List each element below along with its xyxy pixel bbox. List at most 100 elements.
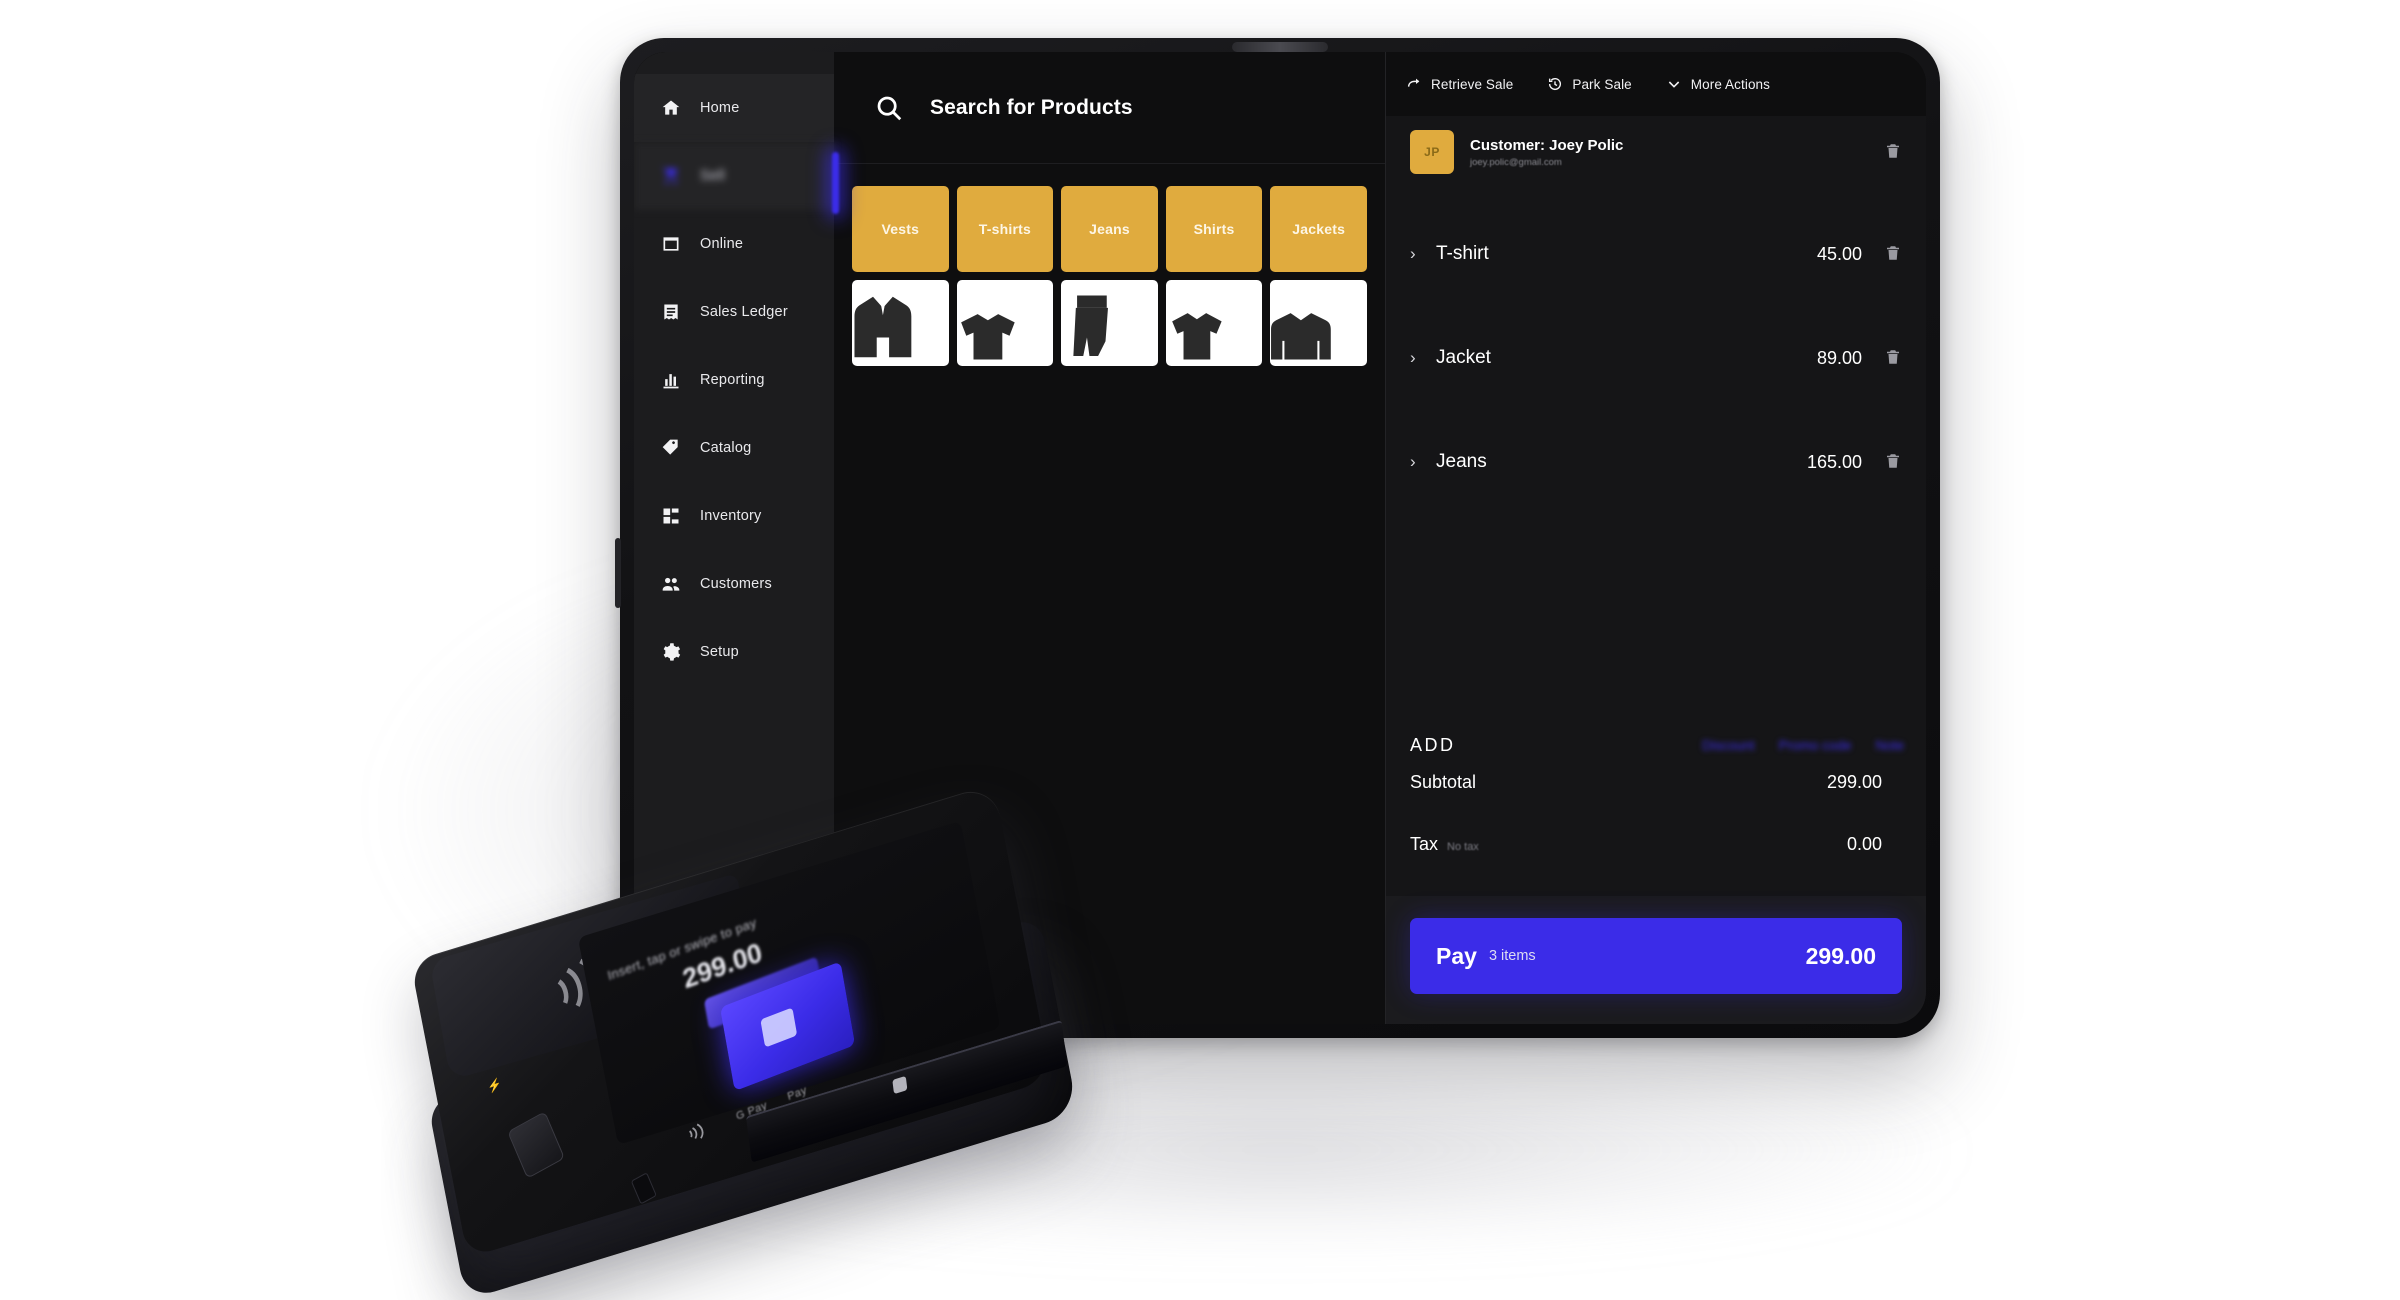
category-label: Jackets (1292, 221, 1346, 237)
terminal-card-graphic (720, 961, 856, 1092)
category-tile-row: Vests T-shirts Jeans Shirts Jackets (834, 164, 1385, 272)
line-item-price: 89.00 (1816, 347, 1862, 368)
remove-customer-icon[interactable] (1884, 142, 1904, 162)
tag-icon (660, 437, 682, 459)
tshirt-icon (957, 310, 1054, 367)
cart-line-item[interactable]: › T-shirt 45.00 (1410, 202, 1904, 306)
search-input[interactable]: Search for Products (930, 96, 1133, 120)
more-actions-button[interactable]: More Actions (1666, 76, 1770, 92)
tax-value: 0.00 (1846, 834, 1882, 854)
category-tile-shirts[interactable]: Shirts (1165, 186, 1263, 272)
shirt-icon (1166, 310, 1263, 367)
line-item-price: 165.00 (1806, 451, 1862, 472)
cart-action-bar: Retrieve Sale Park Sale More Actions (1386, 52, 1926, 116)
vest-icon (852, 293, 949, 366)
sidebar-item-label: Sell (700, 168, 725, 184)
product-thumbnail-tshirt[interactable] (956, 280, 1054, 367)
tax-label: Tax (1410, 834, 1439, 854)
sidebar-item-sell[interactable]: Sell (634, 142, 834, 210)
jeans-icon (1061, 293, 1158, 366)
sidebar-item-setup[interactable]: Setup (634, 618, 834, 686)
product-thumbnail-row (834, 272, 1385, 366)
add-promo-code-link[interactable]: Promo code (1779, 738, 1852, 753)
jacket-icon (1270, 310, 1367, 367)
line-item-price: 45.00 (1816, 243, 1862, 264)
subtotal-label: Subtotal (1410, 772, 1477, 792)
category-tile-jackets[interactable]: Jackets (1270, 186, 1367, 272)
cart-action-label: Retrieve Sale (1431, 76, 1514, 92)
people-icon (660, 573, 682, 595)
product-thumbnail-shirt[interactable] (1165, 280, 1263, 367)
terminal-slot-chip-icon (892, 1075, 908, 1095)
sidebar-item-online[interactable]: Online (634, 210, 834, 278)
add-note-link[interactable]: Note (1875, 738, 1904, 753)
avatar: JP (1410, 130, 1454, 174)
category-tile-jeans[interactable]: Jeans (1061, 186, 1158, 272)
retrieve-sale-button[interactable]: Retrieve Sale (1406, 76, 1513, 92)
category-label: T-shirts (978, 221, 1031, 237)
cart-line-items: › T-shirt 45.00 › Jacket 89.00 › Jeans 1… (1386, 188, 1926, 514)
chevron-right-icon[interactable]: › (1410, 452, 1436, 472)
customer-row[interactable]: JP Customer: Joey Polic joey.polic@gmail… (1386, 116, 1926, 188)
chevron-right-icon[interactable]: › (1410, 244, 1436, 264)
sidebar-item-label: Online (700, 236, 744, 252)
cart-panel: Retrieve Sale Park Sale More Actions JP … (1386, 52, 1926, 1024)
park-sale-button[interactable]: Park Sale (1547, 76, 1632, 92)
avatar-initials: JP (1424, 145, 1440, 159)
pay-amount: 299.00 (1805, 942, 1876, 969)
product-search-bar[interactable]: Search for Products (834, 52, 1385, 164)
sidebar-item-label: Catalog (700, 440, 752, 456)
tablet-side-button[interactable] (615, 538, 621, 608)
sidebar-item-label: Inventory (700, 508, 762, 524)
subtotal-row: Subtotal 299.00 (1386, 772, 1926, 834)
product-thumbnail-vest[interactable] (852, 280, 949, 366)
add-label: ADD (1410, 734, 1456, 755)
sidebar-item-label: Customers (700, 576, 772, 592)
sidebar-item-customers[interactable]: Customers (634, 550, 834, 618)
chevron-right-icon[interactable]: › (1410, 348, 1436, 368)
tablet-camera (1232, 42, 1328, 52)
customer-name: Customer: Joey Polic (1470, 136, 1624, 154)
sidebar-item-reporting[interactable]: Reporting (634, 346, 834, 414)
customer-email: joey.polic@gmail.com (1470, 156, 1562, 168)
sidebar-item-label: Home (700, 100, 740, 116)
remove-line-item-icon[interactable] (1884, 452, 1904, 472)
search-icon (874, 93, 904, 123)
boxes-icon (660, 505, 682, 527)
pay-button[interactable]: Pay 3 items 299.00 (1410, 918, 1902, 994)
tax-row: Tax No tax 0.00 (1386, 834, 1926, 896)
receipt-icon (660, 301, 682, 323)
category-tile-tshirts[interactable]: T-shirts (956, 186, 1054, 272)
cart-line-item[interactable]: › Jacket 89.00 (1410, 306, 1904, 410)
gear-icon (660, 641, 682, 663)
subtotal-value: 299.00 (1826, 772, 1882, 792)
cart-line-item[interactable]: › Jeans 165.00 (1410, 410, 1904, 514)
sidebar-item-inventory[interactable]: Inventory (634, 482, 834, 550)
sidebar-item-catalog[interactable]: Catalog (634, 414, 834, 482)
add-links: Discount Promo code Note (1702, 738, 1904, 753)
category-tile-vests[interactable]: Vests (852, 186, 949, 272)
remove-line-item-icon[interactable] (1884, 348, 1904, 368)
sidebar-item-label: Setup (700, 644, 739, 660)
product-thumbnail-jacket[interactable] (1270, 280, 1367, 366)
line-item-name: T-shirt (1436, 243, 1489, 264)
product-thumbnail-jeans[interactable] (1061, 280, 1158, 366)
chevron-down-icon (1666, 76, 1682, 92)
cart-icon (660, 165, 682, 187)
history-icon (1547, 76, 1563, 92)
sidebar-item-sales-ledger[interactable]: Sales Ledger (634, 278, 834, 346)
cart-action-label: Park Sale (1572, 76, 1632, 92)
home-icon (660, 97, 682, 119)
pay-items-count: 3 items (1488, 948, 1536, 964)
terminal-usb-port (630, 1172, 657, 1205)
bar-chart-icon (660, 369, 682, 391)
terminal-power-icon: ⚡ (486, 1076, 504, 1095)
terminal-side-button[interactable] (507, 1111, 565, 1179)
category-label: Shirts (1193, 221, 1235, 237)
sidebar-item-home[interactable]: Home (634, 74, 834, 142)
add-discount-link[interactable]: Discount (1702, 738, 1755, 753)
screenshot-stage: Home Sell Online Sales Ledger Reporting … (0, 0, 2400, 1300)
cart-action-label: More Actions (1690, 76, 1771, 92)
sidebar-item-label: Sales Ledger (700, 304, 788, 320)
remove-line-item-icon[interactable] (1884, 244, 1904, 264)
